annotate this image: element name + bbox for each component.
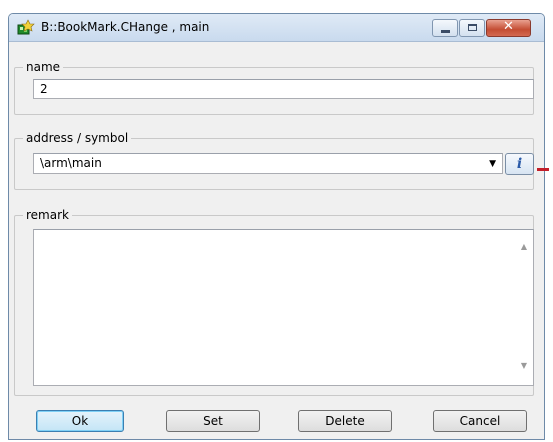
maximize-icon bbox=[468, 24, 477, 31]
delete-button[interactable]: Delete bbox=[298, 410, 392, 432]
close-icon: ✕ bbox=[503, 19, 514, 34]
close-button[interactable]: ✕ bbox=[486, 19, 531, 37]
scroll-up-arrow-icon[interactable]: ▲ bbox=[521, 238, 527, 256]
address-group-label: address / symbol bbox=[23, 130, 132, 146]
address-symbol-combobox[interactable]: \arm\main ▼ bbox=[33, 153, 503, 174]
app-icon bbox=[17, 19, 35, 35]
scroll-down-arrow-icon[interactable]: ▼ bbox=[521, 357, 527, 375]
maximize-button[interactable] bbox=[459, 19, 485, 37]
address-value: \arm\main bbox=[40, 156, 102, 170]
ok-button[interactable]: Ok bbox=[36, 410, 124, 432]
symbol-info-button[interactable]: i bbox=[505, 153, 534, 175]
window-title: B::BookMark.CHange , main bbox=[41, 20, 210, 34]
red-marker bbox=[537, 168, 549, 171]
name-input[interactable]: 2 bbox=[33, 79, 534, 99]
set-button[interactable]: Set bbox=[166, 410, 260, 432]
name-group-label: name bbox=[23, 59, 64, 75]
cancel-button[interactable]: Cancel bbox=[433, 410, 527, 432]
dropdown-arrow-icon[interactable]: ▼ bbox=[489, 154, 496, 175]
info-icon: i bbox=[516, 156, 523, 172]
minimize-button[interactable] bbox=[432, 19, 458, 37]
remark-group-label: remark bbox=[23, 207, 72, 223]
minimize-icon bbox=[441, 30, 450, 33]
title-bar[interactable]: B::BookMark.CHange , main ✕ bbox=[9, 14, 544, 42]
remark-textarea[interactable]: ▲ ▼ bbox=[33, 229, 534, 386]
